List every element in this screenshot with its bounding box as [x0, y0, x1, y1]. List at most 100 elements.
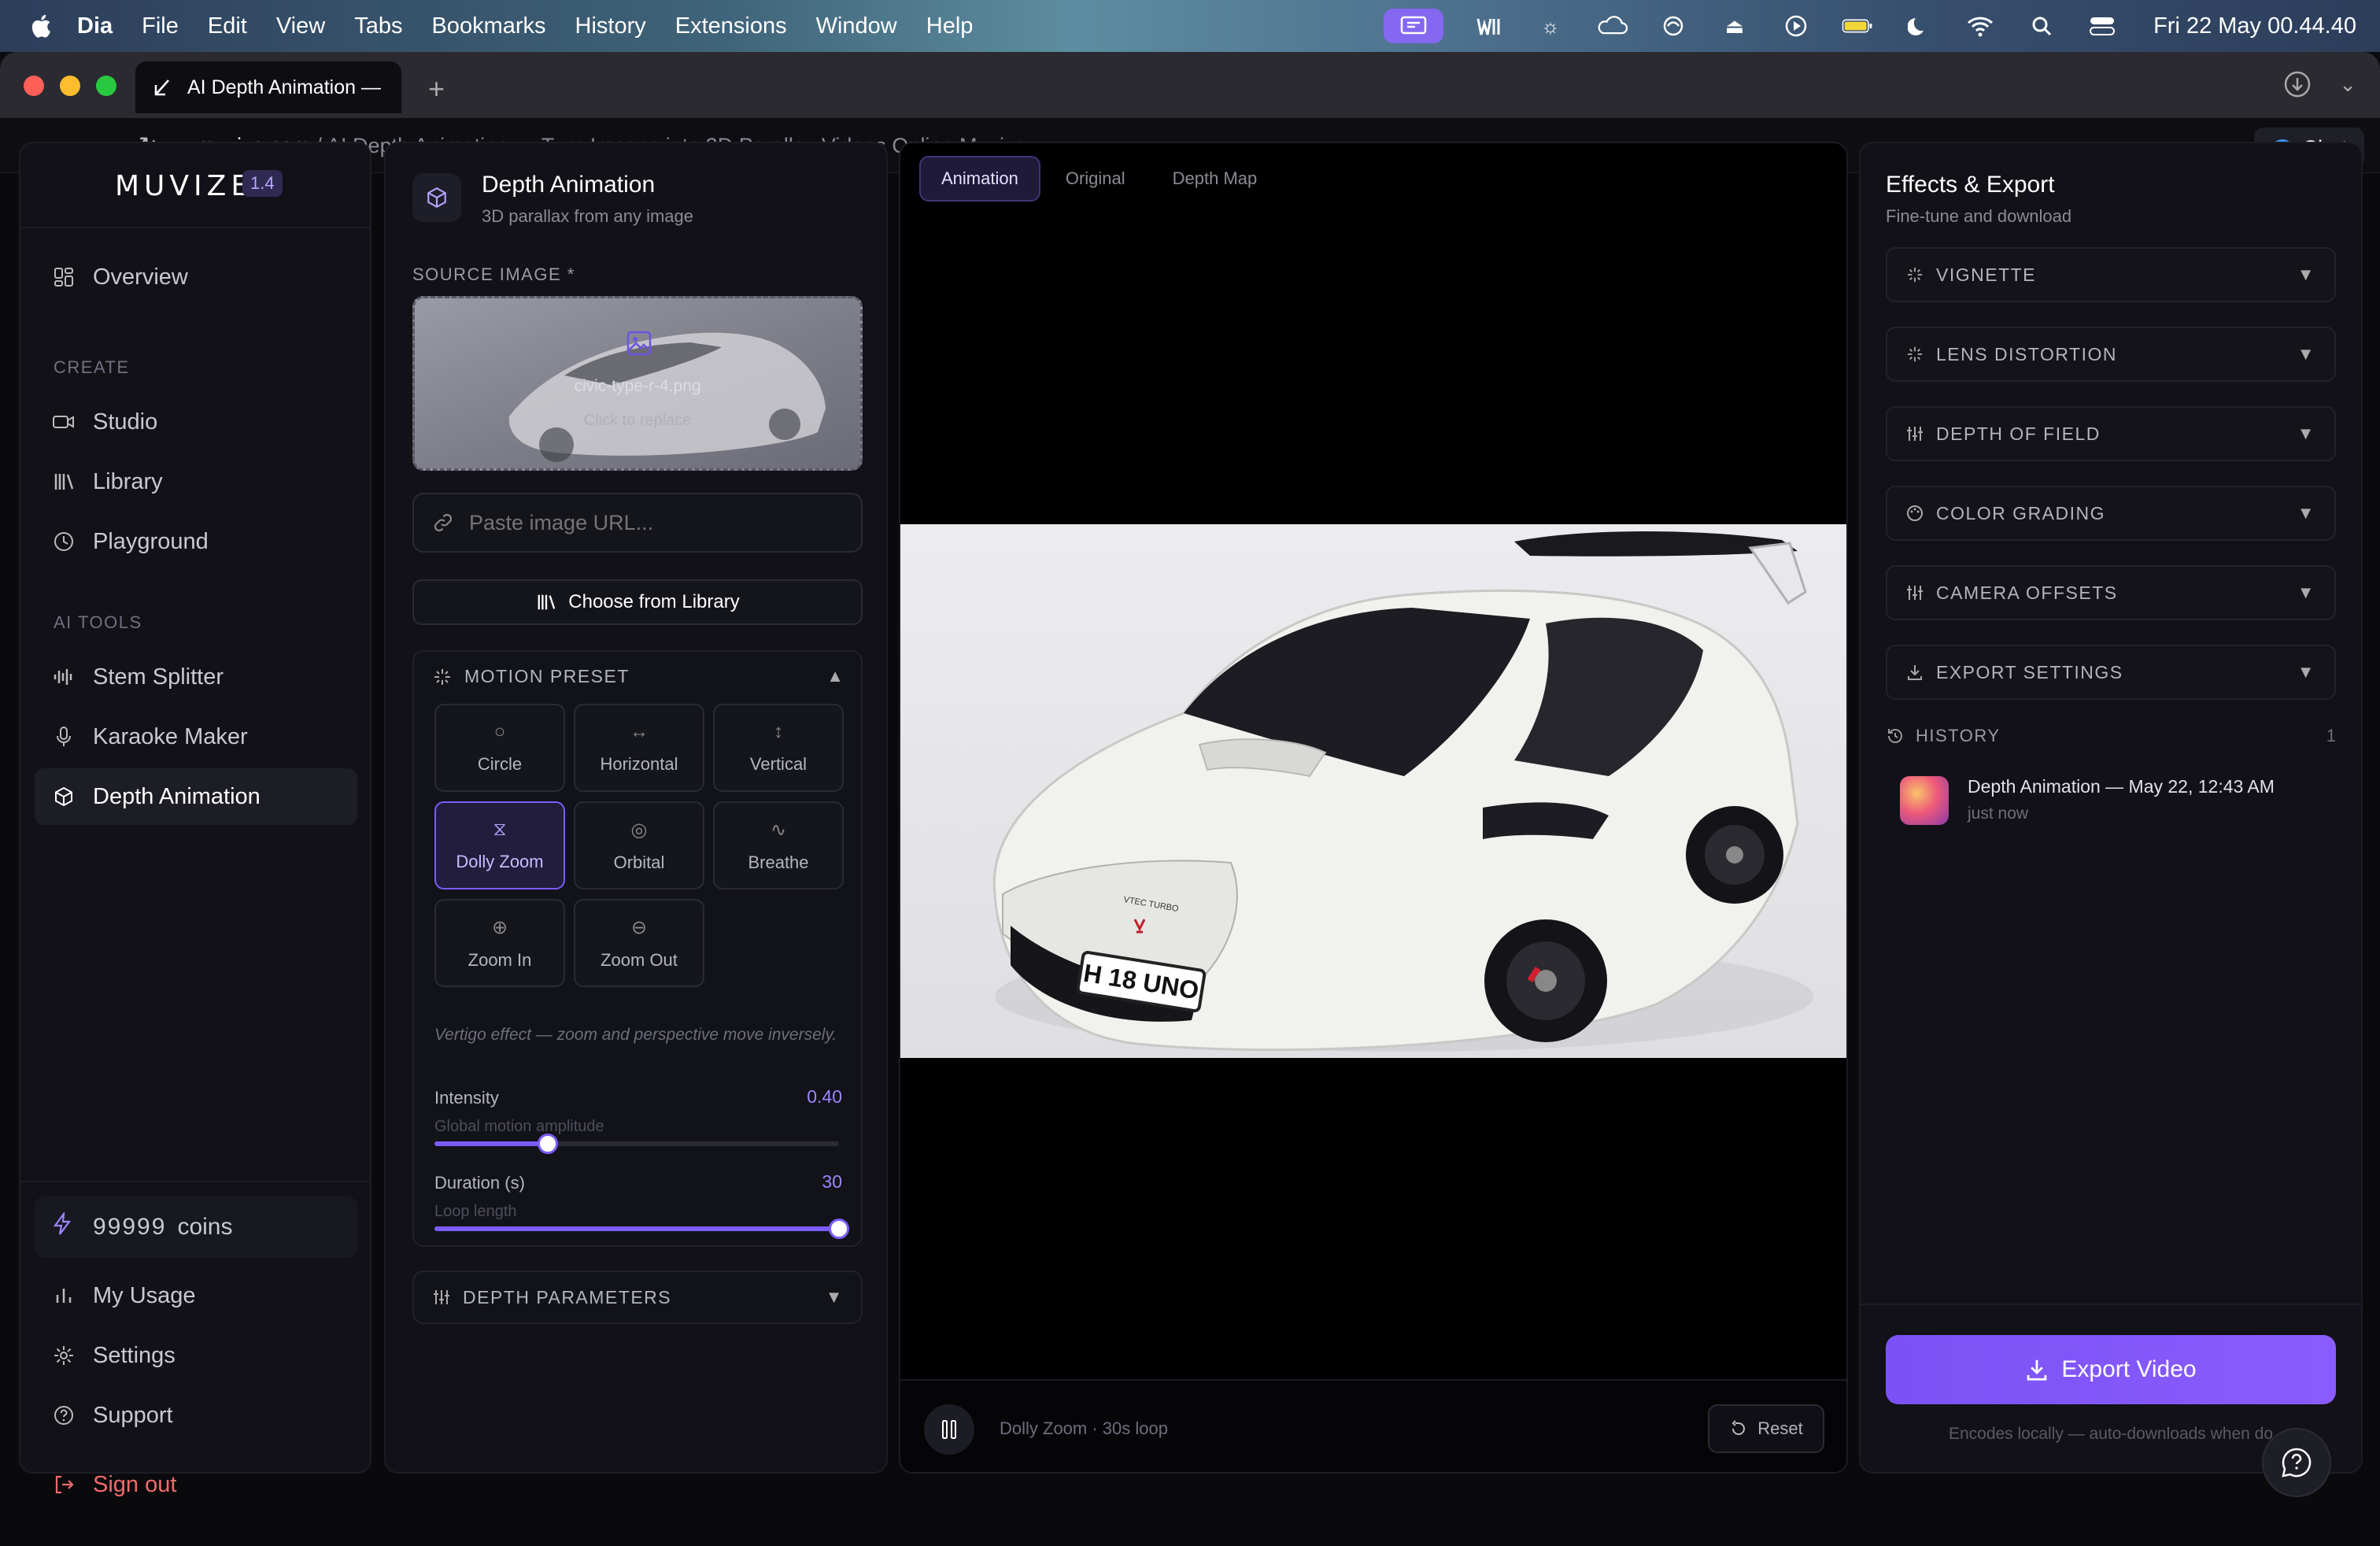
expand-caret-icon: ▼ [2297, 264, 2315, 284]
apple-icon[interactable] [28, 13, 52, 39]
tab-depth-map[interactable]: Depth Map [1151, 156, 1280, 202]
vertical-arrows-icon: ↕ [774, 721, 783, 742]
menu-view[interactable]: View [276, 13, 325, 39]
play-circle-icon[interactable] [1780, 13, 1812, 39]
sidebar-item-my-usage[interactable]: My Usage [35, 1267, 357, 1324]
preset-zoom-out[interactable]: ⊖ Zoom Out [574, 899, 704, 987]
section-depth-of-field[interactable]: DEPTH OF FIELD ▼ [1886, 406, 2336, 461]
sidebar-item-stem-splitter[interactable]: Stem Splitter [35, 649, 357, 705]
menu-tabs[interactable]: Tabs [354, 13, 402, 39]
sidebar-item-depth-animation[interactable]: Depth Animation [35, 768, 357, 825]
image-icon [626, 331, 652, 356]
cloud-icon[interactable] [1596, 13, 1628, 39]
menubar-clock[interactable]: Fri 22 May 00.44.40 [2153, 13, 2356, 39]
download-icon [2027, 1359, 2047, 1381]
zoom-in-icon: ⊕ [491, 916, 508, 938]
choose-from-library-button[interactable]: Choose from Library [412, 579, 863, 625]
new-tab-plus-icon[interactable]: + [428, 72, 445, 105]
gear-icon [52, 1344, 76, 1367]
grid-icon [52, 265, 76, 289]
section-vignette[interactable]: VIGNETTE ▼ [1886, 247, 2336, 302]
spotlight-search-icon[interactable] [2026, 13, 2057, 39]
tab-bar: AI Depth Animation — + ⌄ [0, 52, 2380, 118]
intensity-slider-thumb[interactable] [537, 1134, 558, 1154]
section-lens-distortion[interactable]: LENS DISTORTION ▼ [1886, 327, 2336, 382]
help-chat-button[interactable] [2262, 1428, 2331, 1497]
history-item[interactable]: Depth Animation — May 22, 12:43 AM just … [1900, 771, 2325, 831]
preset-horizontal[interactable]: ↔ Horizontal [574, 704, 704, 792]
sidebar-item-studio[interactable]: Studio [35, 394, 357, 450]
menu-help[interactable]: Help [926, 13, 974, 39]
motion-preset-header[interactable]: MOTION PRESET [433, 666, 630, 687]
moon-icon[interactable] [1903, 13, 1935, 39]
sidebar-item-label: Library [93, 468, 163, 494]
screen-mirroring-icon[interactable] [1384, 9, 1444, 43]
downloads-icon[interactable] [2282, 69, 2312, 103]
menu-extensions[interactable]: Extensions [675, 13, 787, 39]
intensity-slider[interactable] [434, 1134, 839, 1154]
menu-history[interactable]: History [575, 13, 646, 39]
section-camera-offsets[interactable]: CAMERA OFFSETS ▼ [1886, 565, 2336, 620]
preset-circle[interactable]: ○ Circle [434, 704, 565, 792]
preset-dolly-zoom[interactable]: ⧖ Dolly Zoom [434, 801, 565, 890]
duration-slider[interactable] [434, 1219, 849, 1239]
zoom-window-button[interactable] [96, 76, 116, 96]
menu-app-name[interactable]: Dia [77, 13, 113, 39]
source-image-label: SOURCE IMAGE * [412, 264, 575, 284]
wifi-icon[interactable] [1964, 13, 1996, 39]
duration-slider-thumb[interactable] [829, 1219, 849, 1239]
question-bubble-icon [2282, 1448, 2312, 1478]
preset-vertical[interactable]: ↕ Vertical [713, 704, 844, 792]
tab-animation[interactable]: Animation [919, 156, 1040, 202]
chevron-down-icon[interactable]: ⌄ [2339, 72, 2356, 97]
collapse-caret-icon[interactable]: ▲ [826, 666, 844, 686]
section-color-grading[interactable]: COLOR GRADING ▼ [1886, 486, 2336, 541]
effects-panel: Effects & Export Fine-tune and download … [1859, 142, 2363, 1474]
preset-breathe[interactable]: ∿ Breathe [713, 801, 844, 890]
preview-image[interactable]: H 18 UNO VTEC TURBO [900, 524, 1846, 1058]
battery-icon[interactable] [1842, 13, 1873, 39]
section-export-settings[interactable]: EXPORT SETTINGS ▼ [1886, 645, 2336, 700]
sidebar-item-library[interactable]: Library [35, 453, 357, 510]
brightness-icon[interactable]: ☼ [1535, 13, 1566, 39]
muvize-logo[interactable]: MUVIZE [115, 170, 253, 202]
preset-zoom-in[interactable]: ⊕ Zoom In [434, 899, 565, 987]
tab-active[interactable]: AI Depth Animation — [135, 61, 401, 113]
coins-label: coins [177, 1214, 233, 1240]
image-url-input[interactable] [469, 510, 847, 535]
motion-preset-section: MOTION PRESET ▲ ○ Circle ↔ Horizontal ↕ Ver… [412, 650, 863, 1247]
tab-original[interactable]: Original [1044, 156, 1148, 202]
sidebar-item-settings[interactable]: Settings [35, 1327, 357, 1384]
export-video-button[interactable]: Export Video [1886, 1335, 2336, 1404]
creative-cloud-icon[interactable] [1658, 13, 1689, 39]
control-center-icon[interactable] [2087, 13, 2119, 39]
image-dropzone[interactable]: civic-type-r-4.png Click to replace [412, 296, 863, 471]
menu-edit[interactable]: Edit [208, 13, 247, 39]
close-window-button[interactable] [24, 76, 44, 96]
sidebar-item-support[interactable]: Support [35, 1387, 357, 1444]
sign-out-button[interactable]: Sign out [35, 1456, 357, 1513]
history-icon [1888, 728, 1902, 743]
preset-orbital[interactable]: ◎ Orbital [574, 801, 704, 890]
help-circle-icon [52, 1404, 76, 1427]
version-badge: 1.4 [242, 170, 283, 197]
history-heading: HISTORY [1886, 726, 2001, 746]
wave-app-icon[interactable] [1473, 13, 1505, 39]
duration-value: 30 [822, 1171, 842, 1192]
sidebar-item-karaoke-maker[interactable]: Karaoke Maker [35, 708, 357, 765]
menu-file[interactable]: File [142, 13, 179, 39]
menu-bookmarks[interactable]: Bookmarks [431, 13, 545, 39]
reset-button[interactable]: Reset [1708, 1404, 1824, 1453]
eject-icon[interactable]: ⏏ [1719, 13, 1750, 39]
menu-window[interactable]: Window [816, 13, 897, 39]
pause-button[interactable] [924, 1404, 974, 1455]
coins-balance[interactable]: 99999 coins [35, 1196, 357, 1258]
horizontal-arrows-icon: ↔ [630, 721, 649, 742]
image-url-field[interactable] [412, 493, 863, 553]
sidebar-item-overview[interactable]: Overview [35, 249, 357, 305]
menu-bar: Dia File Edit View Tabs Bookmarks Histor… [0, 0, 2380, 52]
depth-parameters-section[interactable]: DEPTH PARAMETERS ▼ [412, 1270, 863, 1324]
sidebar-item-playground[interactable]: Playground [35, 513, 357, 570]
minimize-window-button[interactable] [60, 76, 80, 96]
bar-chart-icon [52, 1284, 76, 1307]
